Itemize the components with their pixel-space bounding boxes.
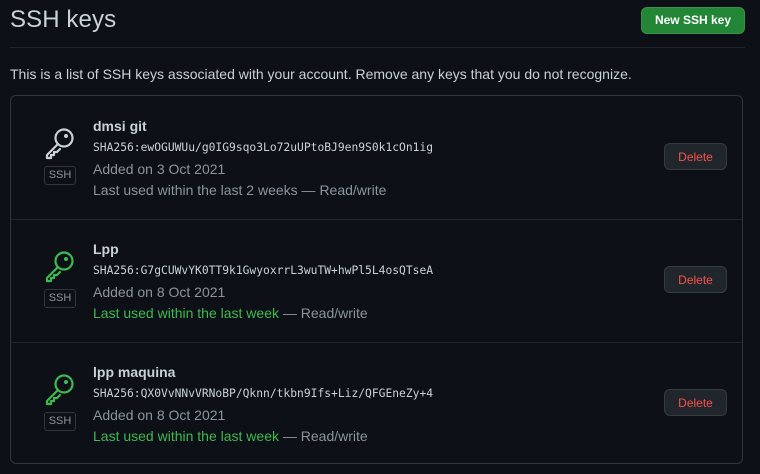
key-icon — [45, 128, 74, 160]
new-ssh-key-button[interactable]: New SSH key — [640, 7, 745, 34]
delete-key-button[interactable]: Delete — [664, 266, 727, 293]
key-last-used-highlight: Last used within the last week — [93, 305, 279, 321]
ssh-badge: SSH — [44, 166, 76, 185]
key-last-used-text: — Read/write — [279, 305, 368, 321]
key-added-date: Added on 8 Oct 2021 — [93, 407, 226, 423]
delete-key-button[interactable]: Delete — [664, 143, 727, 170]
ssh-key-row: SSH Lpp SHA256:G7gCUWvYK0TT9k1GwyoxrrL3w… — [11, 219, 742, 343]
intro-text: This is a list of SSH keys associated wi… — [10, 66, 632, 82]
page-header: SSH keys New SSH key — [10, 0, 745, 48]
key-last-used-highlight: Last used within the last week — [93, 428, 279, 444]
key-icon — [45, 251, 74, 283]
key-added-date: Added on 3 Oct 2021 — [93, 161, 226, 177]
key-icon — [45, 374, 74, 406]
key-fingerprint: SHA256:QX0VvNNvVRNoBP/Qknn/tkbn9Ifs+Liz/… — [93, 387, 434, 400]
ssh-keys-page: SSH keys New SSH key This is a list of S… — [0, 0, 760, 474]
key-last-used: Last used within the last week — Read/wr… — [93, 428, 368, 444]
key-title: Lpp — [93, 241, 119, 257]
key-last-used: Last used within the last week — Read/wr… — [93, 305, 368, 321]
ssh-key-list: SSH dmsi git SHA256:ewOGUWUu/g0IG9sqo3Lo… — [10, 95, 743, 464]
key-last-used-text: — Read/write — [279, 428, 368, 444]
ssh-badge: SSH — [44, 412, 76, 431]
key-last-used: Last used within the last 2 weeks — Read… — [93, 182, 386, 198]
key-added-date: Added on 8 Oct 2021 — [93, 284, 226, 300]
key-title: dmsi git — [93, 118, 147, 134]
key-title: lpp maquina — [93, 364, 176, 380]
delete-key-button[interactable]: Delete — [664, 389, 727, 416]
ssh-badge: SSH — [44, 289, 76, 308]
page-title: SSH keys — [10, 6, 117, 33]
key-fingerprint: SHA256:ewOGUWUu/g0IG9sqo3Lo72uUPtoBJ9en9… — [93, 141, 434, 154]
key-last-used-text: Last used within the last 2 weeks — Read… — [93, 182, 387, 198]
ssh-key-row: SSH lpp maquina SHA256:QX0VvNNvVRNoBP/Qk… — [11, 342, 742, 465]
key-fingerprint: SHA256:G7gCUWvYK0TT9k1GwyoxrrL3wuTW+hwPl… — [93, 264, 434, 277]
ssh-key-row: SSH dmsi git SHA256:ewOGUWUu/g0IG9sqo3Lo… — [11, 96, 742, 220]
